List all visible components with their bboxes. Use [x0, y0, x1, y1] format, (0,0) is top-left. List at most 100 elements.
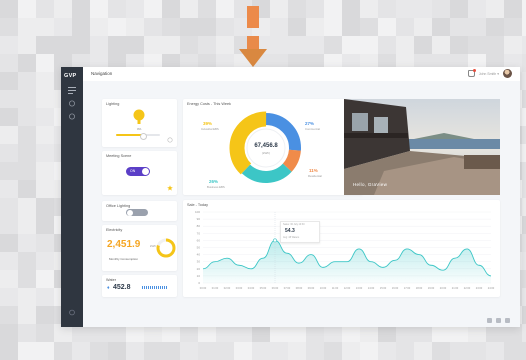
- backdrop-tile: [342, 342, 360, 360]
- backdrop-tile: [0, 288, 18, 306]
- backdrop-tile: [468, 0, 486, 18]
- logout-icon[interactable]: [68, 309, 76, 316]
- backdrop-tile: [0, 126, 18, 144]
- x-tick-label: 21:00: [452, 286, 459, 290]
- backdrop-tile: [288, 0, 306, 18]
- backdrop-tile: [414, 36, 432, 54]
- backdrop-tile: [72, 36, 90, 54]
- x-tick-label: 17:00: [404, 286, 411, 290]
- backdrop-tile: [270, 342, 288, 360]
- water-drop-icon: ♦: [107, 285, 110, 291]
- backdrop-tile: [216, 36, 234, 54]
- backdrop-tile: [396, 0, 414, 18]
- sales-chart-card: Sale - Today 0 10 20 30 40 50 60 70 80 90 100 00:00…: [183, 200, 500, 297]
- backdrop-tile: [18, 108, 36, 126]
- backdrop-tile: [522, 252, 526, 270]
- backdrop-tile: [396, 36, 414, 54]
- backdrop-tile: [378, 36, 396, 54]
- backdrop-tile: [108, 342, 126, 360]
- backdrop-tile: [0, 0, 18, 18]
- backdrop-tile: [522, 36, 526, 54]
- backdrop-tile: [18, 198, 36, 216]
- user-menu[interactable]: John Smith ▾: [479, 72, 499, 76]
- x-tick-label: 05:00: [260, 286, 267, 290]
- backdrop-tile: [0, 162, 18, 180]
- backdrop-tile: [90, 0, 108, 18]
- slider-handle[interactable]: [140, 132, 147, 140]
- backdrop-tile: [414, 342, 432, 360]
- backdrop-tile: [18, 270, 36, 288]
- card-title: Lighting: [106, 102, 120, 106]
- backdrop-tile: [324, 0, 342, 18]
- electricity-value: 2,451.9: [107, 239, 141, 250]
- x-tick-label: 12:00: [344, 286, 351, 290]
- backdrop-tile: [18, 36, 36, 54]
- backdrop-tile: [0, 216, 18, 234]
- backdrop-tile: [216, 0, 234, 18]
- backdrop-tile: [36, 108, 54, 126]
- segment-pct: 11%: [309, 168, 318, 173]
- backdrop-tile: [36, 234, 54, 252]
- backdrop-tile: [522, 108, 526, 126]
- backdrop-tile: [432, 18, 450, 36]
- backdrop-tile: [18, 126, 36, 144]
- segment-pct: 39%: [203, 121, 213, 126]
- backdrop-tile: [522, 216, 526, 234]
- backdrop-tile: [306, 0, 324, 18]
- backdrop-tile: [36, 18, 54, 36]
- backdrop-tile: [36, 36, 54, 54]
- meeting-toggle[interactable]: ON: [126, 167, 150, 176]
- backdrop-tile: [180, 36, 198, 54]
- arrow-shaft: [247, 6, 259, 28]
- menu-icon[interactable]: [68, 87, 76, 94]
- sales-area-chart: 0 10 20 30 40 50 60 70 80 90 100 00:00 01:00 02:00 03:…: [195, 210, 495, 290]
- sidebar: GVP: [61, 67, 83, 327]
- x-tick-label: 01:00: [212, 286, 219, 290]
- y-tick-label: 60: [197, 238, 201, 242]
- donut-center-unit: (kWh): [262, 151, 270, 155]
- x-tick-label: 00:00: [200, 286, 207, 290]
- backdrop-tile: [18, 180, 36, 198]
- home-icon[interactable]: [68, 100, 76, 107]
- segment-name: Commercial: [305, 127, 320, 131]
- backdrop-tile: [378, 342, 396, 360]
- brightness-value: 0%: [137, 127, 142, 131]
- share-icon[interactable]: [496, 318, 501, 323]
- card-title: Office Lighting: [106, 204, 131, 208]
- backdrop-tile: [198, 36, 216, 54]
- backdrop-tile: [108, 18, 126, 36]
- backdrop-tile: [126, 36, 144, 54]
- avatar[interactable]: [503, 69, 512, 78]
- star-icon[interactable]: [167, 185, 173, 191]
- backdrop-tile: [180, 0, 198, 18]
- brightness-slider[interactable]: [116, 132, 160, 140]
- segment-name: Industrial EBS: [201, 127, 219, 131]
- backdrop-tile: [288, 36, 306, 54]
- backdrop-tile: [36, 72, 54, 90]
- backdrop-tile: [522, 0, 526, 18]
- meeting-scene-card: Meeting Scene ON: [102, 151, 177, 195]
- bell-icon[interactable]: [467, 69, 476, 77]
- backdrop-tile: [54, 342, 72, 360]
- hover-point[interactable]: [273, 238, 277, 243]
- office-toggle[interactable]: [126, 209, 148, 216]
- backdrop-tile: [18, 342, 36, 360]
- backdrop-tile: [522, 342, 526, 360]
- card-title: Energy Costs - This Week: [187, 102, 231, 106]
- backdrop-tile: [18, 216, 36, 234]
- fullscreen-icon[interactable]: [487, 318, 492, 323]
- backdrop-tile: [450, 0, 468, 18]
- backdrop-tile: [108, 0, 126, 18]
- backdrop-tile: [522, 162, 526, 180]
- tooltip-line: Avg: 48 Waters: [283, 236, 300, 239]
- backdrop-tile: [54, 0, 72, 18]
- settings-icon[interactable]: [68, 113, 76, 120]
- x-tick-label: 24:00: [488, 286, 495, 290]
- power-icon[interactable]: [167, 137, 173, 143]
- more-icon[interactable]: [505, 318, 510, 323]
- backdrop-tile: [18, 306, 36, 324]
- backdrop-tile: [0, 72, 18, 90]
- backdrop-tile: [90, 18, 108, 36]
- backdrop-tile: [306, 342, 324, 360]
- backdrop-tile: [432, 342, 450, 360]
